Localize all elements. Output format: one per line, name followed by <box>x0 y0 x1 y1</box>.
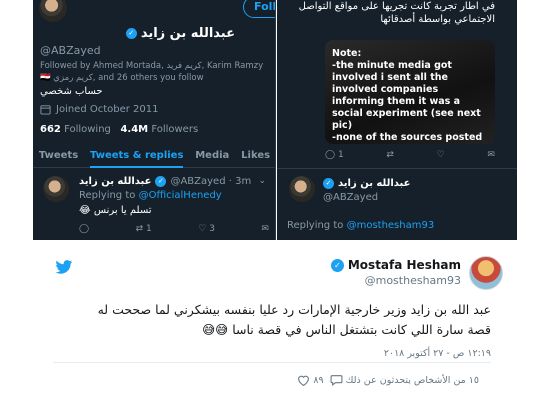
share-action[interactable]: ✉ <box>261 224 269 234</box>
thread-panel: في اطار تجربة كانت تجريها على مواقع التو… <box>277 0 517 240</box>
tweet-author-name[interactable]: عبدالله بن زايد <box>79 176 151 187</box>
replying-handle-link[interactable]: @mosthesham93 <box>347 220 435 231</box>
reply-icon: ◯ <box>79 224 90 234</box>
reply-icon: ◯ <box>325 150 336 160</box>
share-icon: ✉ <box>261 224 269 234</box>
tab-tweets[interactable]: Tweets <box>39 148 78 168</box>
following-link[interactable]: 662 Following <box>40 124 111 135</box>
reply-author-name[interactable]: عبدالله بن زايد ✓ <box>323 178 410 189</box>
verified-icon: ✓ <box>330 258 344 272</box>
retweet-count: 1 <box>146 224 152 234</box>
profile-tabs: Tweets Tweets & replies Media Likes <box>33 148 275 168</box>
replying-to: Replying to @mosthesham93 <box>287 220 434 231</box>
like-count: 3 <box>209 224 215 234</box>
retweet-action[interactable]: ⇄ 1 <box>136 224 152 234</box>
profile-avatar[interactable] <box>37 0 69 24</box>
following-count: 662 <box>40 124 61 135</box>
tab-likes[interactable]: Likes <box>241 148 270 168</box>
followers-count: 4.4M <box>120 124 149 135</box>
like-action[interactable]: ♡ <box>437 150 445 160</box>
reply-action[interactable]: ◯ <box>79 224 89 234</box>
reply-tweet[interactable]: عبدالله بن زايد ✓ @ABZayed · 3m ⌄ Replyi… <box>33 168 275 240</box>
divider <box>277 168 517 169</box>
tweet-text: عبد الله بن زايد وزير خارجية الإمارات رد… <box>97 302 491 337</box>
heart-icon: ♡ <box>436 150 445 160</box>
tweet-actions: ◯ ⇄ 1 ♡ 3 ✉ <box>79 224 269 234</box>
following-label: Following <box>64 124 111 135</box>
tweet-timestamp[interactable]: ١٢:١٩ ص - ٢٧ أكتوبر ٢٠١٨ <box>384 348 491 359</box>
like-action[interactable]: ٨٩ <box>297 374 324 386</box>
footer-row: ٨٩ ١٥ من الأشخاص يتحدثون عن ذلك <box>297 374 479 386</box>
retweet-icon: ⇄ <box>135 224 144 234</box>
replying-label: Replying to <box>79 190 136 201</box>
joined-date: Joined October 2011 <box>40 104 159 115</box>
followers-link[interactable]: 4.4M Followers <box>120 124 198 135</box>
verified-icon: ✓ <box>125 28 137 39</box>
conversation-link[interactable]: ١٥ من الأشخاص يتحدثون عن ذلك <box>330 374 479 386</box>
tweet-actions: ◯ 1 ⇄ ♡ ✉ <box>325 150 495 160</box>
follow-button[interactable]: Follow <box>243 0 275 18</box>
author-name[interactable]: ✓ Mostafa Hesham <box>330 258 461 272</box>
followers-label: Followers <box>151 124 199 135</box>
verified-icon: ✓ <box>155 176 167 187</box>
tweet-media-image[interactable]: Note: -the minute media got involved i s… <box>325 40 495 144</box>
tweet-text: تسلم يا برنس 😂 <box>79 205 152 216</box>
share-icon: ✉ <box>487 150 495 160</box>
retweet-icon: ⇄ <box>386 150 394 160</box>
like-action[interactable]: ♡ 3 <box>198 224 215 234</box>
replying-handle-link[interactable]: @OfficialHenedy <box>139 190 222 201</box>
followed-by-text[interactable]: Followed by Ahmed Mortada, كريم فريد, Ka… <box>40 60 272 84</box>
profile-stats: 662 Following 4.4M Followers <box>40 124 198 135</box>
reply-author-handle: @ABZayed <box>323 192 379 203</box>
tweet-handle-time: @ABZayed · 3m <box>170 176 252 187</box>
embedded-tweet: ✓ Mostafa Hesham @mosthesham93 عبد الله … <box>33 240 517 400</box>
replying-to: Replying to @OfficialHenedy <box>79 190 222 201</box>
profile-name: عبدالله بن زايد ✓ <box>125 26 235 41</box>
replying-label: Replying to <box>287 220 344 231</box>
speech-bubble-icon <box>330 375 343 386</box>
profile-bio: حساب شخصي <box>40 86 103 97</box>
reply-action[interactable]: ◯ 1 <box>325 150 344 160</box>
author-name-text: Mostafa Hesham <box>347 258 461 272</box>
tweet-author-avatar[interactable] <box>41 174 71 204</box>
heart-icon <box>298 375 310 386</box>
tab-tweets-replies[interactable]: Tweets & replies <box>90 148 184 168</box>
verified-icon: ✓ <box>323 178 334 189</box>
joined-text: Joined October 2011 <box>56 104 159 115</box>
retweet-action[interactable]: ⇄ <box>386 150 394 160</box>
like-count: ٨٩ <box>313 374 324 386</box>
tab-media[interactable]: Media <box>195 148 229 168</box>
twitter-bird-icon[interactable] <box>55 260 73 275</box>
thread-tweet-text: في اطار تجربة كانت تجريها على مواقع التو… <box>298 1 495 25</box>
tweet-header: عبدالله بن زايد ✓ @ABZayed · 3m <box>79 176 251 187</box>
author-handle[interactable]: @mosthesham93 <box>365 274 461 287</box>
profile-handle: @ABZayed <box>40 44 101 57</box>
calendar-icon <box>40 105 51 115</box>
reply-author-avatar[interactable] <box>287 174 317 204</box>
divider <box>53 362 491 363</box>
reply-author-name-text: عبدالله بن زايد <box>338 178 411 189</box>
heart-icon: ♡ <box>198 224 207 234</box>
profile-name-text: عبدالله بن زايد <box>140 26 235 41</box>
profile-panel: Follow عبدالله بن زايد ✓ @ABZayed Follow… <box>33 0 276 240</box>
chevron-down-icon[interactable]: ⌄ <box>258 176 266 186</box>
talking-about-text: ١٥ من الأشخاص يتحدثون عن ذلك <box>345 374 479 386</box>
reply-count: 1 <box>337 150 344 160</box>
author-avatar[interactable] <box>469 256 503 290</box>
share-action[interactable]: ✉ <box>487 150 495 160</box>
media-note-text: Note: -the minute media got involved i s… <box>332 48 483 143</box>
